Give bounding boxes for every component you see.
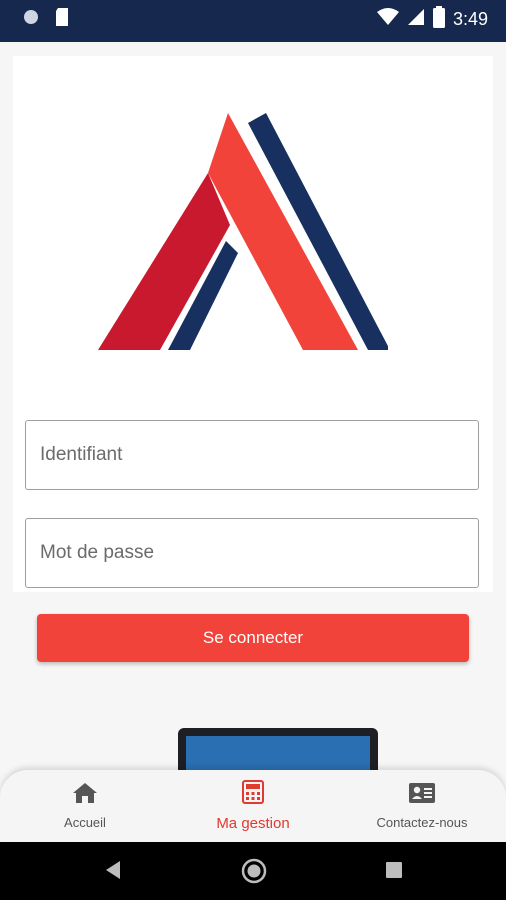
nav-item-contactez-nous[interactable]: Contactez-nous [364,770,480,842]
nav-label-contactez-nous: Contactez-nous [376,815,468,830]
back-icon[interactable] [104,859,122,886]
login-button[interactable]: Se connecter [37,614,469,662]
system-navigation-bar [0,842,506,900]
calculator-icon [242,780,264,809]
brand-logo [98,113,390,355]
wifi-icon [376,8,399,31]
nav-item-ma-gestion[interactable]: Ma gestion [198,770,308,842]
username-field[interactable] [25,420,479,490]
nav-label-accueil: Accueil [64,815,106,830]
contact-card-icon [408,782,436,809]
notification-dot-icon [22,8,40,31]
password-input[interactable] [26,519,478,587]
nav-label-ma-gestion: Ma gestion [216,815,290,832]
bottom-navigation: Accueil Ma gestion Contactez-nous [0,770,506,842]
username-input[interactable] [26,421,478,489]
home-icon [72,782,98,809]
signal-icon [407,8,425,31]
home-button-icon[interactable] [241,858,267,889]
battery-icon [432,6,445,33]
password-field[interactable] [25,518,479,588]
status-bar: 3:49 [0,0,506,42]
clock-time: 3:49 [452,9,488,29]
recents-icon[interactable] [385,861,403,884]
nav-item-accueil[interactable]: Accueil [40,770,130,842]
login-card [13,56,493,592]
sd-card-icon [54,7,70,32]
